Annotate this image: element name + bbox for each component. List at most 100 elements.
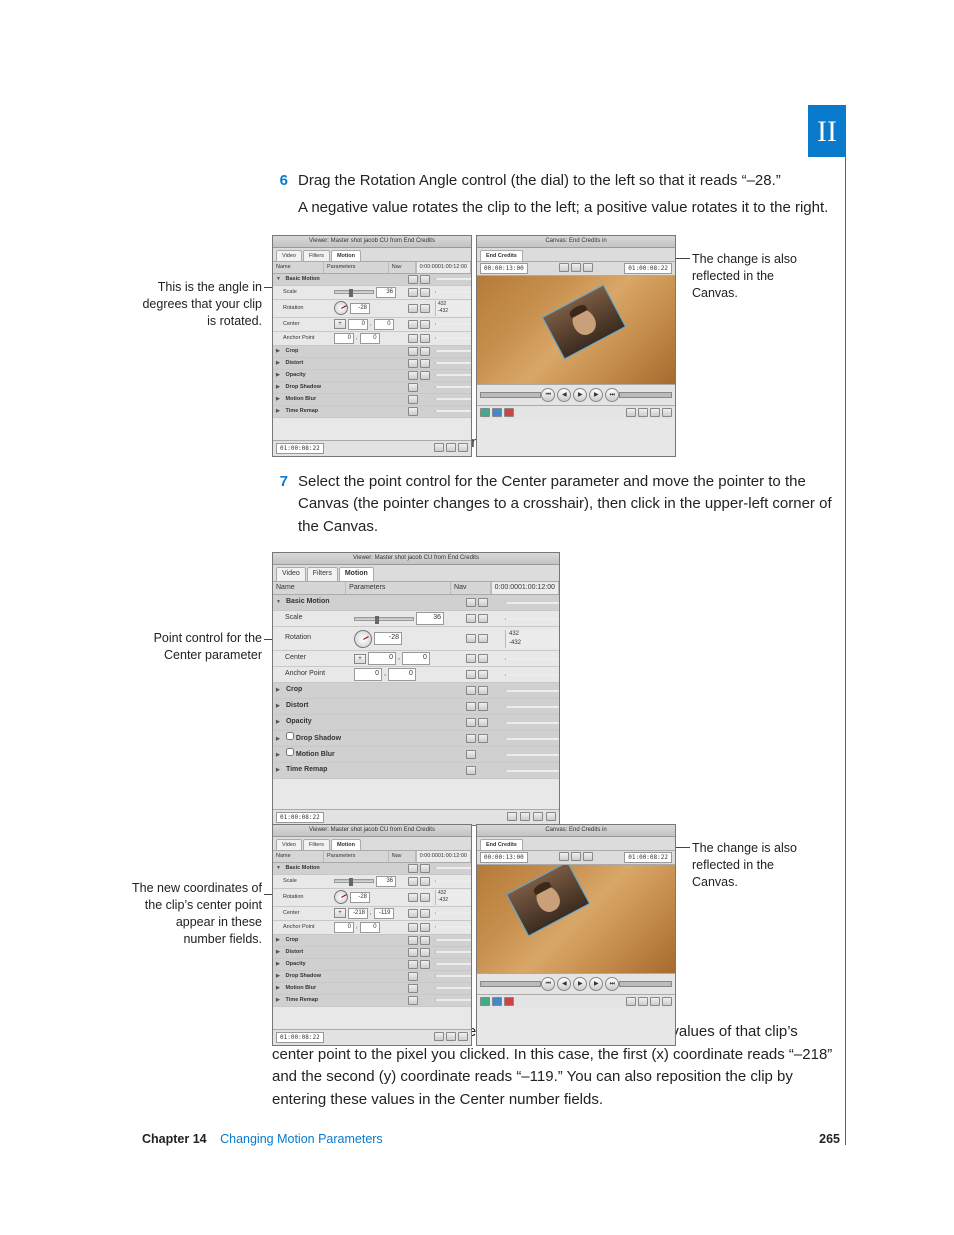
chevron-right-icon[interactable] bbox=[276, 359, 284, 367]
anchor-x-field[interactable]: 0 bbox=[354, 668, 382, 681]
row-opacity[interactable]: Opacity bbox=[273, 715, 559, 731]
center-x-field[interactable]: 0 bbox=[348, 319, 368, 330]
row-time-remap[interactable]: Time Remap bbox=[273, 406, 471, 418]
row-opacity[interactable]: Opacity bbox=[273, 370, 471, 382]
chevron-down-icon[interactable] bbox=[276, 597, 284, 605]
scale-field[interactable]: 36 bbox=[376, 287, 396, 298]
canvas-timecode[interactable]: 01:00:08:22 bbox=[624, 263, 672, 274]
step-back-icon[interactable]: ◀ bbox=[557, 388, 571, 402]
keyframe-nav-icon[interactable] bbox=[408, 288, 418, 297]
go-end-icon[interactable]: ⏭ bbox=[605, 977, 619, 991]
row-motion-blur[interactable]: Motion Blur bbox=[273, 394, 471, 406]
scale-slider[interactable] bbox=[334, 879, 374, 883]
tab-motion[interactable]: Motion bbox=[331, 250, 361, 261]
scale-field[interactable]: 36 bbox=[376, 876, 396, 887]
row-drop-shadow[interactable]: Drop Shadow bbox=[273, 971, 471, 983]
row-crop[interactable]: Crop bbox=[273, 683, 559, 699]
add-keyframe-icon[interactable] bbox=[420, 334, 430, 343]
zoom-slider-icon[interactable] bbox=[507, 812, 517, 821]
reset-icon[interactable] bbox=[408, 275, 418, 284]
row-distort[interactable]: Distort bbox=[273, 699, 559, 715]
timecode-current[interactable]: 01:00:08:22 bbox=[276, 1032, 324, 1043]
jog-wheel[interactable] bbox=[619, 392, 672, 398]
insert-icon[interactable] bbox=[480, 997, 490, 1006]
tab-filters[interactable]: Filters bbox=[303, 839, 330, 850]
chevron-right-icon[interactable] bbox=[276, 984, 284, 992]
row-distort[interactable]: Distort bbox=[273, 358, 471, 370]
center-y-field[interactable]: 0 bbox=[374, 319, 394, 330]
go-end-icon[interactable]: ⏭ bbox=[605, 388, 619, 402]
center-y-field[interactable]: 0 bbox=[402, 652, 430, 665]
chevron-right-icon[interactable] bbox=[276, 371, 284, 379]
chevron-right-icon[interactable] bbox=[276, 765, 284, 773]
row-time-remap[interactable]: Time Remap bbox=[273, 995, 471, 1007]
add-keyframe-icon[interactable] bbox=[420, 304, 430, 313]
chevron-right-icon[interactable] bbox=[276, 407, 284, 415]
rotation-dial[interactable] bbox=[332, 299, 351, 318]
anchor-y-field[interactable]: 0 bbox=[360, 922, 380, 933]
row-drop-shadow[interactable]: Drop Shadow bbox=[273, 731, 559, 747]
mark-clip-icon[interactable] bbox=[662, 997, 672, 1006]
chevron-right-icon[interactable] bbox=[276, 960, 284, 968]
chevron-right-icon[interactable] bbox=[276, 734, 284, 742]
timecode-current[interactable]: 01:00:08:22 bbox=[276, 812, 324, 823]
shuttle-slider[interactable] bbox=[480, 981, 541, 987]
canvas-view[interactable] bbox=[477, 276, 675, 384]
step-back-icon[interactable]: ◀ bbox=[557, 977, 571, 991]
row-basic-motion[interactable]: Basic Motion bbox=[273, 595, 559, 611]
rotated-clip[interactable] bbox=[542, 285, 626, 360]
rotation-field[interactable]: -28 bbox=[350, 303, 370, 314]
rotation-dial[interactable] bbox=[351, 626, 375, 650]
shuttle-slider[interactable] bbox=[480, 392, 541, 398]
tab-filters[interactable]: Filters bbox=[303, 250, 330, 261]
mark-out-icon[interactable] bbox=[638, 997, 648, 1006]
replace-icon[interactable] bbox=[504, 408, 514, 417]
play-icon[interactable]: ▶ bbox=[573, 977, 587, 991]
keyframe-nav-icon[interactable] bbox=[408, 304, 418, 313]
keyframe-nav-icon[interactable] bbox=[408, 334, 418, 343]
canvas-duration[interactable]: 00:00:13:00 bbox=[480, 263, 528, 274]
canvas-timecode[interactable]: 01:00:08:22 bbox=[624, 852, 672, 863]
mark-out-icon[interactable] bbox=[638, 408, 648, 417]
row-opacity[interactable]: Opacity bbox=[273, 959, 471, 971]
scale-field[interactable]: 36 bbox=[416, 612, 444, 625]
center-point-control[interactable] bbox=[354, 654, 366, 664]
chevron-right-icon[interactable] bbox=[276, 717, 284, 725]
chevron-down-icon[interactable] bbox=[276, 864, 284, 872]
overwrite-icon[interactable] bbox=[492, 997, 502, 1006]
row-crop[interactable]: Crop bbox=[273, 935, 471, 947]
tab-filters[interactable]: Filters bbox=[307, 567, 338, 581]
jog-wheel[interactable] bbox=[619, 981, 672, 987]
keyframe-nav-icon[interactable] bbox=[408, 320, 418, 329]
go-start-icon[interactable]: ⏮ bbox=[541, 388, 555, 402]
chevron-right-icon[interactable] bbox=[276, 972, 284, 980]
chevron-right-icon[interactable] bbox=[276, 948, 284, 956]
chevron-right-icon[interactable] bbox=[276, 996, 284, 1004]
motion-blur-checkbox[interactable] bbox=[286, 748, 294, 756]
row-crop[interactable]: Crop bbox=[273, 346, 471, 358]
chevron-right-icon[interactable] bbox=[276, 347, 284, 355]
canvas-view[interactable] bbox=[477, 865, 675, 973]
insert-icon[interactable] bbox=[480, 408, 490, 417]
center-x-field[interactable]: -218 bbox=[348, 908, 368, 919]
center-point-control[interactable] bbox=[334, 319, 346, 329]
canvas-tab[interactable]: End Credits bbox=[480, 839, 523, 850]
step-fwd-icon[interactable]: ▶ bbox=[589, 388, 603, 402]
scale-slider[interactable] bbox=[334, 290, 374, 294]
center-x-field[interactable]: 0 bbox=[368, 652, 396, 665]
drop-shadow-checkbox[interactable] bbox=[286, 732, 294, 740]
step-fwd-icon[interactable]: ▶ bbox=[589, 977, 603, 991]
tab-motion[interactable]: Motion bbox=[331, 839, 361, 850]
row-motion-blur[interactable]: Motion Blur bbox=[273, 747, 559, 763]
row-drop-shadow[interactable]: Drop Shadow bbox=[273, 382, 471, 394]
mark-in-icon[interactable] bbox=[626, 408, 636, 417]
chevron-right-icon[interactable] bbox=[276, 395, 284, 403]
tab-video[interactable]: Video bbox=[276, 567, 306, 581]
anchor-x-field[interactable]: 0 bbox=[334, 333, 354, 344]
rotation-field[interactable]: -28 bbox=[374, 632, 402, 645]
replace-icon[interactable] bbox=[504, 997, 514, 1006]
marker-icon[interactable] bbox=[650, 997, 660, 1006]
row-basic-motion[interactable]: Basic Motion bbox=[273, 274, 471, 286]
anchor-y-field[interactable]: 0 bbox=[360, 333, 380, 344]
mark-in-icon[interactable] bbox=[626, 997, 636, 1006]
